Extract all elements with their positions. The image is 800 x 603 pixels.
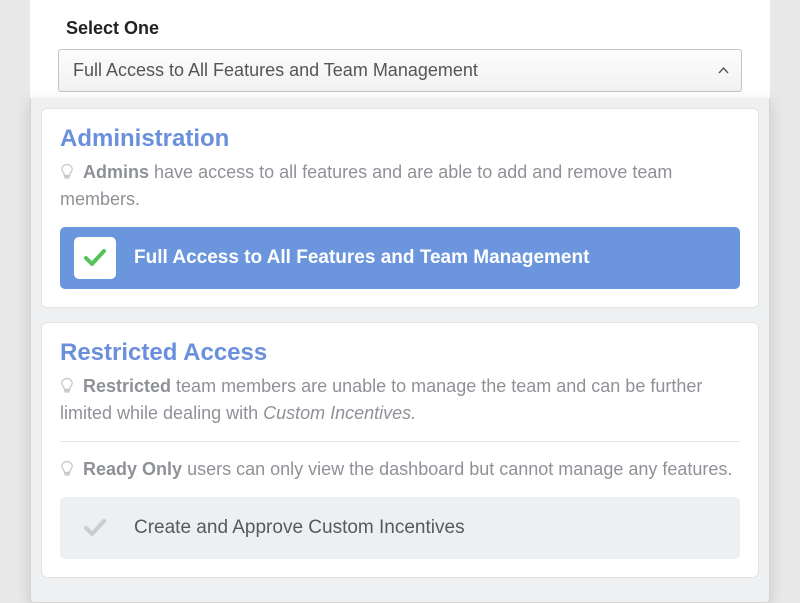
option-label: Create and Approve Custom Incentives: [134, 517, 465, 539]
desc-bold: Admins: [83, 162, 149, 182]
select-value: Full Access to All Features and Team Man…: [73, 60, 478, 80]
check-icon: [83, 518, 107, 538]
group-heading-restricted: Restricted Access: [60, 339, 740, 367]
caret-up-icon: [718, 67, 729, 75]
desc-em: Custom Incentives.: [263, 403, 416, 423]
lightbulb-icon: [60, 377, 74, 394]
group-desc-administration: Admins have access to all features and a…: [60, 159, 740, 213]
group-desc-restricted-2: Ready Only users can only view the dashb…: [60, 456, 740, 483]
option-checkbox: [74, 237, 116, 279]
check-icon: [83, 248, 107, 268]
option-label: Full Access to All Features and Team Man…: [134, 247, 589, 269]
divider: [60, 441, 740, 442]
group-desc-restricted-1: Restricted team members are unable to ma…: [60, 373, 740, 427]
option-create-approve-incentives[interactable]: Create and Approve Custom Incentives: [60, 497, 740, 559]
option-checkbox: [74, 507, 116, 549]
desc-bold: Ready Only: [83, 459, 182, 479]
access-level-select[interactable]: Full Access to All Features and Team Man…: [58, 49, 742, 92]
group-heading-administration: Administration: [60, 125, 740, 153]
desc-bold: Restricted: [83, 376, 171, 396]
lightbulb-icon: [60, 163, 74, 180]
lightbulb-icon: [60, 460, 74, 477]
field-label: Select One: [66, 18, 742, 39]
group-administration: Administration Admins have access to all…: [41, 108, 759, 308]
desc-rest: have access to all features and are able…: [60, 162, 672, 209]
option-full-access[interactable]: Full Access to All Features and Team Man…: [60, 227, 740, 289]
dropdown-panel: Administration Admins have access to all…: [30, 98, 770, 603]
desc-rest: users can only view the dashboard but ca…: [182, 459, 732, 479]
group-restricted: Restricted Access Restricted team member…: [41, 322, 759, 578]
